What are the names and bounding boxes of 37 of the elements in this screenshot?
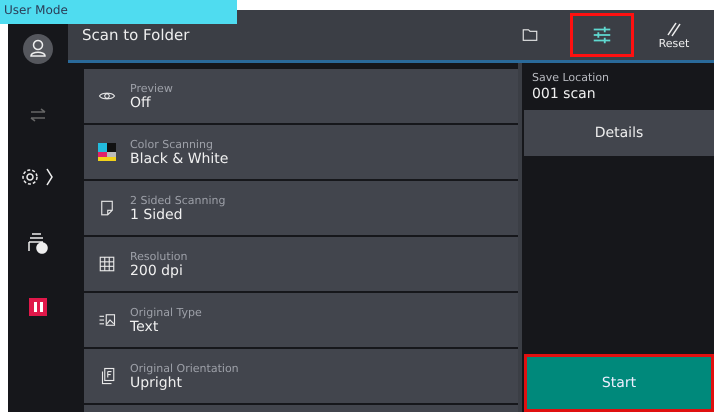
setting-row[interactable]: Resolution 200 dpi	[84, 237, 518, 291]
user-icon[interactable]	[23, 34, 53, 64]
setting-label: Color Scanning	[130, 138, 214, 150]
setting-value: 200 dpi	[130, 262, 184, 278]
screen-title: Scan to Folder	[82, 26, 190, 44]
setting-value: Off	[130, 94, 152, 110]
pause-icon[interactable]	[29, 298, 47, 316]
double-slash-icon	[666, 20, 682, 36]
setting-value: Black & White	[130, 150, 228, 166]
setting-label: 2 Sided Scanning	[130, 194, 226, 206]
color-swatch-icon	[98, 143, 116, 161]
printer-info-icon[interactable]	[27, 232, 49, 254]
setting-row[interactable]: Color Scanning Black & White	[84, 125, 518, 179]
setting-value: Upright	[130, 374, 184, 390]
setting-value: 1 Sided	[130, 206, 184, 222]
setting-label: Original Type	[130, 306, 202, 318]
transfer-icon[interactable]	[29, 108, 47, 122]
setting-value: Text	[130, 318, 160, 334]
grid-icon	[98, 255, 116, 273]
mode-banner: User Mode	[0, 0, 237, 24]
page-icon	[98, 199, 116, 217]
save-location-value: 001 scan	[531, 85, 597, 104]
reset-button[interactable]: Reset	[642, 13, 706, 57]
folder-icon	[521, 26, 539, 44]
settings-button[interactable]	[570, 13, 634, 57]
setting-row[interactable]: Preview Off	[84, 69, 518, 123]
start-button[interactable]: Start	[524, 354, 714, 412]
sliders-icon	[591, 24, 613, 46]
save-location-label: Save Location	[531, 70, 610, 84]
setting-row[interactable]: Original Type Text	[84, 293, 518, 347]
setting-row[interactable]: 2 Sided Scanning 1 Sided	[84, 181, 518, 235]
setting-label: Resolution	[130, 250, 188, 262]
setting-row[interactable]: Original Orientation Upright	[84, 349, 518, 403]
setting-label: Preview	[130, 82, 173, 94]
text-image-icon	[98, 311, 116, 329]
details-button[interactable]: Details	[524, 110, 714, 156]
setting-label: Original Orientation	[130, 362, 239, 374]
